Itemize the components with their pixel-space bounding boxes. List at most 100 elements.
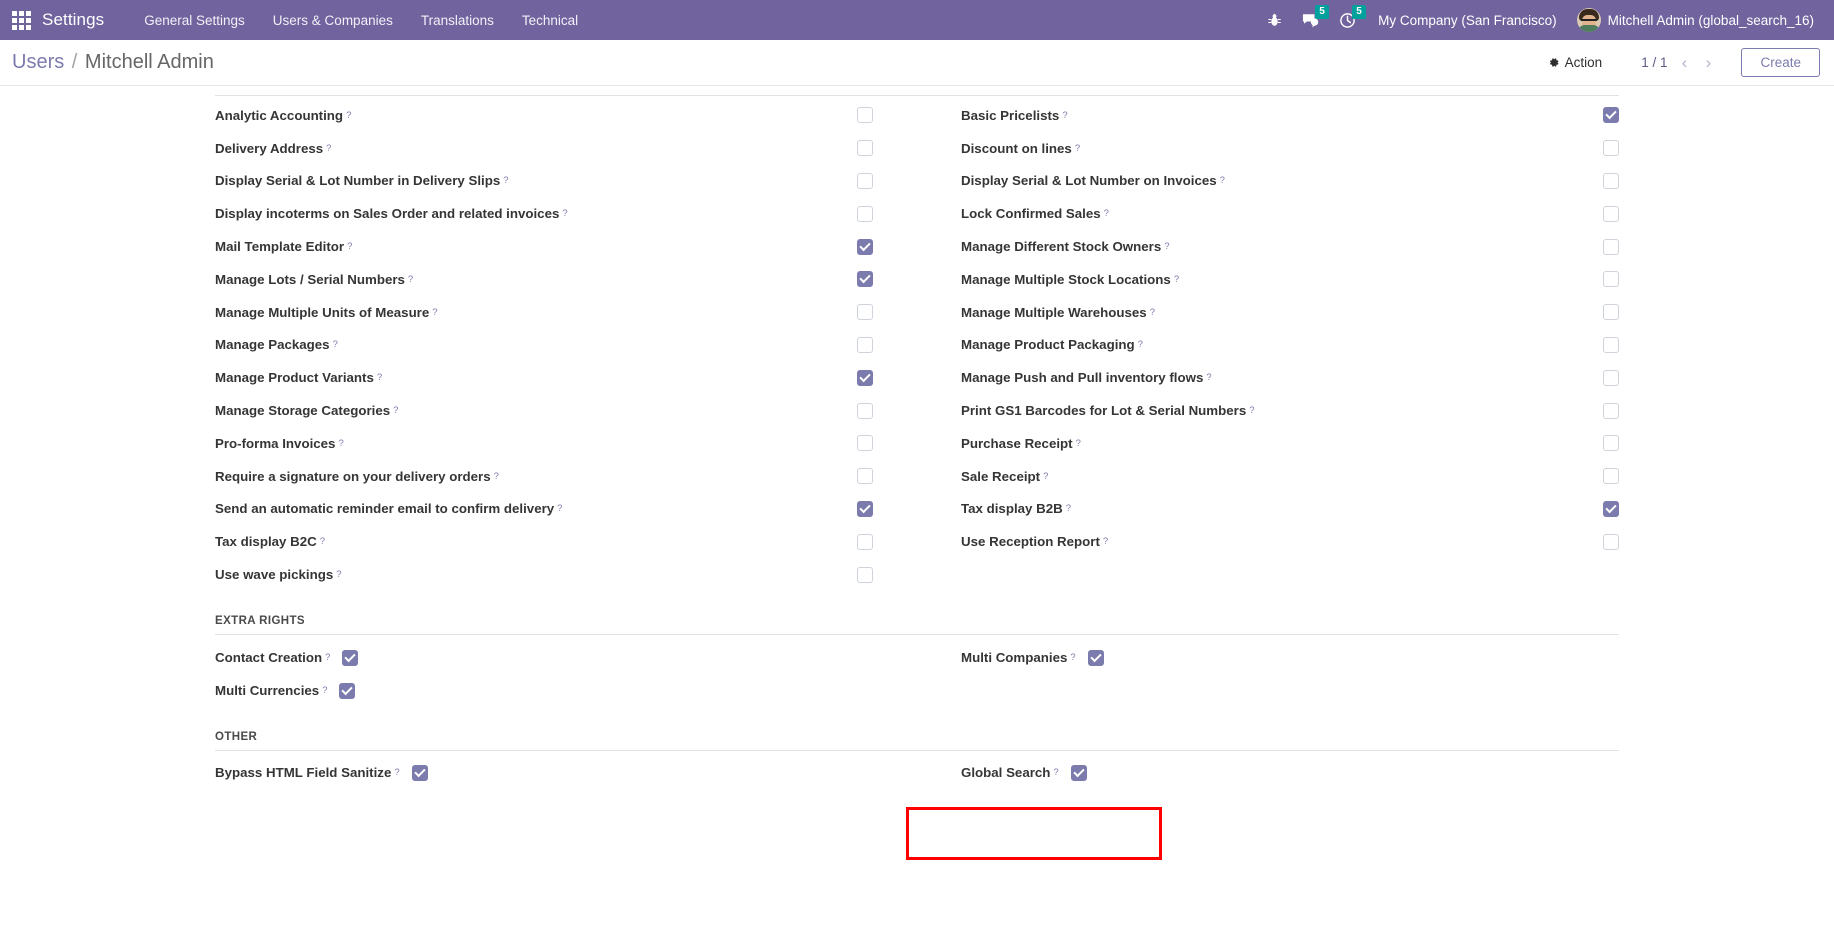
help-tooltip-icon[interactable]: ? <box>557 503 562 514</box>
checkbox-multi-companies[interactable] <box>1087 649 1104 666</box>
field-row-manage-product-packaging: Manage Product Packaging? <box>961 329 1619 362</box>
bug-icon[interactable] <box>1257 7 1292 34</box>
nav-item-general-settings[interactable]: General Settings <box>130 4 259 37</box>
help-tooltip-icon[interactable]: ? <box>1076 438 1081 449</box>
help-tooltip-icon[interactable]: ? <box>1075 143 1080 154</box>
help-tooltip-icon[interactable]: ? <box>394 767 399 778</box>
chevron-right-icon[interactable]: › <box>1697 51 1719 75</box>
checkbox-tax-display-b2c[interactable] <box>857 533 873 550</box>
help-tooltip-icon[interactable]: ? <box>1138 339 1143 350</box>
checkbox-manage-storage-categories[interactable] <box>857 402 873 419</box>
checkbox-cell <box>857 238 873 255</box>
checkbox-display-serial-lot-number-on-invoices[interactable] <box>1603 172 1619 189</box>
checkbox-manage-product-variants[interactable] <box>857 369 873 386</box>
checkbox-multi-currencies[interactable] <box>339 682 356 699</box>
clock-icon[interactable]: 5 <box>1329 4 1367 35</box>
checkbox-manage-different-stock-owners[interactable] <box>1603 238 1619 255</box>
field-row-analytic-accounting: Analytic Accounting? <box>215 99 873 132</box>
messages-icon[interactable]: 5 <box>1292 4 1330 35</box>
checkbox-cell <box>342 649 359 666</box>
checkbox-contact-creation[interactable] <box>342 649 359 666</box>
control-panel: Users / Mitchell Admin Action 1 / 1 ‹ › … <box>0 40 1834 86</box>
checkbox-send-an-automatic-reminder-email-to-confirm-delivery[interactable] <box>857 500 873 517</box>
checkbox-lock-confirmed-sales[interactable] <box>1603 205 1619 222</box>
checkbox-require-a-signature-on-your-delivery-orders[interactable] <box>857 468 873 485</box>
help-tooltip-icon[interactable]: ? <box>1220 175 1225 186</box>
help-tooltip-icon[interactable]: ? <box>1062 110 1067 121</box>
field-row-require-a-signature-on-your-delivery-orders: Require a signature on your delivery ord… <box>215 460 873 493</box>
help-tooltip-icon[interactable]: ? <box>1206 372 1211 383</box>
checkbox-manage-push-and-pull-inventory-flows[interactable] <box>1603 369 1619 386</box>
checkbox-manage-lots-serial-numbers[interactable] <box>857 271 873 288</box>
checkbox-manage-multiple-warehouses[interactable] <box>1603 304 1619 321</box>
apps-grid-icon[interactable] <box>8 7 34 33</box>
help-tooltip-icon[interactable]: ? <box>408 274 413 285</box>
checkbox-cell <box>1603 205 1619 222</box>
checkbox-global-search[interactable] <box>1070 765 1087 782</box>
help-tooltip-icon[interactable]: ? <box>322 685 327 696</box>
nav-item-translations[interactable]: Translations <box>407 4 508 37</box>
field-row-use-wave-pickings: Use wave pickings? <box>215 558 873 591</box>
checkbox-bypass-html-field-sanitize[interactable] <box>411 765 428 782</box>
checkbox-display-incoterms-on-sales-order-and-related-invoices[interactable] <box>857 205 873 222</box>
user-menu[interactable]: Mitchell Admin (global_search_16) <box>1569 4 1820 36</box>
help-tooltip-icon[interactable]: ? <box>393 405 398 416</box>
help-tooltip-icon[interactable]: ? <box>1053 767 1058 778</box>
app-brand-settings[interactable]: Settings <box>42 10 104 30</box>
help-tooltip-icon[interactable]: ? <box>336 569 341 580</box>
help-tooltip-icon[interactable]: ? <box>326 143 331 154</box>
checkbox-print-gs1-barcodes-for-lot-serial-numbers[interactable] <box>1603 402 1619 419</box>
checkbox-display-serial-lot-number-in-delivery-slips[interactable] <box>857 172 873 189</box>
help-tooltip-icon[interactable]: ? <box>1174 274 1179 285</box>
navbar-right-systray: 5 5 My Company (San Francisco) Mitchell … <box>1257 4 1820 36</box>
field-label-use-reception-report: Use Reception Report <box>961 534 1100 550</box>
checkbox-manage-product-packaging[interactable] <box>1603 336 1619 353</box>
field-label-manage-storage-categories: Manage Storage Categories <box>215 403 391 419</box>
checkbox-purchase-receipt[interactable] <box>1603 435 1619 452</box>
help-tooltip-icon[interactable]: ? <box>325 652 330 663</box>
help-tooltip-icon[interactable]: ? <box>1150 307 1155 318</box>
checkbox-manage-packages[interactable] <box>857 336 873 353</box>
help-tooltip-icon[interactable]: ? <box>432 307 437 318</box>
checkbox-analytic-accounting[interactable] <box>857 107 873 124</box>
help-tooltip-icon[interactable]: ? <box>1164 241 1169 252</box>
breadcrumb-users[interactable]: Users <box>12 51 64 73</box>
help-tooltip-icon[interactable]: ? <box>346 110 351 121</box>
checkbox-tax-display-b2b[interactable] <box>1603 500 1619 517</box>
help-tooltip-icon[interactable]: ? <box>377 372 382 383</box>
help-tooltip-icon[interactable]: ? <box>333 339 338 350</box>
checkbox-cell <box>1603 336 1619 353</box>
checkbox-manage-multiple-units-of-measure[interactable] <box>857 304 873 321</box>
checkbox-mail-template-editor[interactable] <box>857 238 873 255</box>
help-tooltip-icon[interactable]: ? <box>1104 208 1109 219</box>
help-tooltip-icon[interactable]: ? <box>562 208 567 219</box>
checkbox-basic-pricelists[interactable] <box>1603 107 1619 124</box>
help-tooltip-icon[interactable]: ? <box>494 471 499 482</box>
checkbox-sale-receipt[interactable] <box>1603 468 1619 485</box>
nav-item-technical[interactable]: Technical <box>508 4 592 37</box>
field-row-print-gs1-barcodes-for-lot-serial-numbers: Print GS1 Barcodes for Lot & Serial Numb… <box>961 394 1619 427</box>
checkbox-delivery-address[interactable] <box>857 140 873 157</box>
field-row-manage-packages: Manage Packages? <box>215 329 873 362</box>
help-tooltip-icon[interactable]: ? <box>1043 471 1048 482</box>
checkbox-manage-multiple-stock-locations[interactable] <box>1603 271 1619 288</box>
nav-item-users-companies[interactable]: Users & Companies <box>259 4 407 37</box>
chevron-left-icon[interactable]: ‹ <box>1673 51 1695 75</box>
help-tooltip-icon[interactable]: ? <box>347 241 352 252</box>
help-tooltip-icon[interactable]: ? <box>1066 503 1071 514</box>
help-tooltip-icon[interactable]: ? <box>1249 405 1254 416</box>
checkbox-use-wave-pickings[interactable] <box>857 566 873 583</box>
field-label-manage-product-packaging: Manage Product Packaging <box>961 337 1135 353</box>
help-tooltip-icon[interactable]: ? <box>1070 652 1075 663</box>
help-tooltip-icon[interactable]: ? <box>338 438 343 449</box>
help-tooltip-icon[interactable]: ? <box>1103 536 1108 547</box>
checkbox-discount-on-lines[interactable] <box>1603 140 1619 157</box>
checkbox-pro-forma-invoices[interactable] <box>857 435 873 452</box>
help-tooltip-icon[interactable]: ? <box>503 175 508 186</box>
checkbox-use-reception-report[interactable] <box>1603 533 1619 550</box>
help-tooltip-icon[interactable]: ? <box>320 536 325 547</box>
create-button[interactable]: Create <box>1741 48 1820 77</box>
company-switcher[interactable]: My Company (San Francisco) <box>1366 5 1569 36</box>
pager-value[interactable]: 1 / 1 <box>1637 53 1671 72</box>
action-button[interactable]: Action <box>1538 50 1612 75</box>
